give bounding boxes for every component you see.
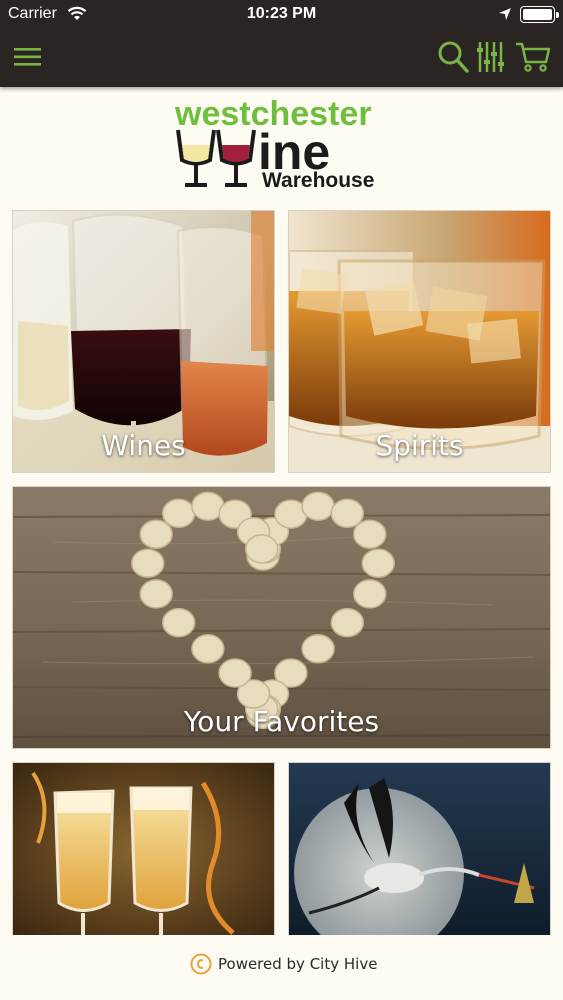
cork	[353, 579, 387, 609]
store-logo: westchester ine Warehouse	[174, 95, 374, 192]
stork-image	[289, 763, 550, 936]
tile-label-wines: Wines	[101, 429, 186, 462]
category-tile-champagne[interactable]	[12, 762, 275, 937]
powered-by-label[interactable]: Powered by City Hive	[218, 955, 377, 973]
search-icon[interactable]	[437, 40, 469, 74]
hamburger-icon[interactable]	[14, 46, 42, 68]
category-tile-favorites[interactable]: Your Favorites	[12, 486, 551, 749]
cork	[191, 634, 225, 664]
top-nav-bar	[0, 30, 563, 87]
cork	[301, 634, 335, 664]
logo-warehouse: Warehouse	[262, 169, 374, 192]
cork	[330, 498, 365, 529]
tile-label-favorites: Your Favorites	[183, 705, 380, 738]
cork	[301, 491, 335, 521]
cart-icon[interactable]	[515, 40, 551, 74]
cork	[161, 498, 196, 529]
tile-label-spirits: Spirits	[375, 429, 464, 462]
city-hive-icon	[190, 953, 212, 975]
cork	[353, 519, 387, 549]
battery-nub	[556, 12, 559, 18]
battery-icon	[520, 6, 555, 23]
footer: Powered by City Hive	[0, 935, 563, 1000]
champagne-image	[13, 763, 274, 936]
category-tile-stork[interactable]	[288, 762, 551, 937]
cork	[131, 548, 165, 578]
cork	[244, 534, 279, 564]
category-tile-spirits[interactable]: Spirits	[288, 210, 551, 473]
category-tile-wines[interactable]: Wines	[12, 210, 275, 473]
cork	[161, 607, 196, 638]
cork	[330, 607, 365, 638]
clock: 10:23 PM	[246, 5, 317, 22]
cork	[139, 579, 173, 609]
status-bar: Carrier 10:23 PM	[0, 0, 563, 30]
cork	[218, 658, 252, 688]
location-icon	[499, 8, 511, 20]
filter-icon[interactable]	[476, 40, 506, 74]
cork	[139, 519, 173, 549]
cork	[361, 548, 395, 578]
